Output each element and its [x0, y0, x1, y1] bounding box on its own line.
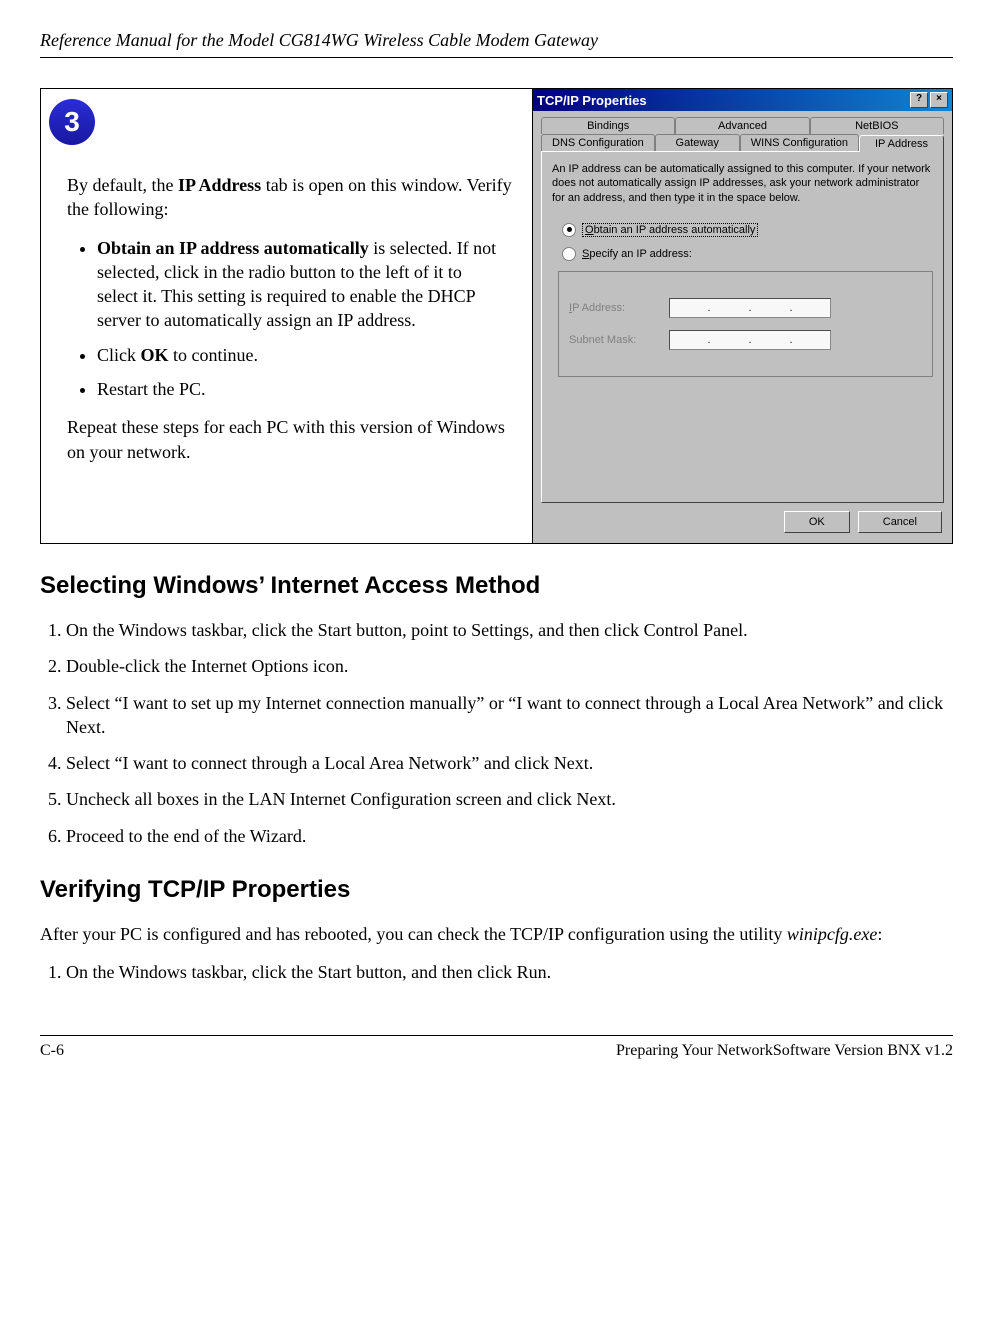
tab-netbios[interactable]: NetBIOS	[810, 117, 944, 134]
step-figure-row: 3 By default, the IP Address tab is open…	[40, 88, 953, 544]
ip-address-label: IP Address:	[569, 302, 659, 314]
section1-heading: Selecting Windows’ Internet Access Metho…	[40, 572, 953, 600]
tab-area: Bindings Advanced NetBIOS DNS Configurat…	[533, 111, 952, 503]
ok-button[interactable]: OK	[784, 511, 850, 533]
intro-bold: IP Address	[178, 175, 261, 195]
radio-specify-icon	[562, 247, 576, 261]
subnet-mask-label: Subnet Mask:	[569, 334, 659, 346]
tcpip-dialog: TCP/IP Properties ? × Bindings Advanced …	[532, 89, 952, 543]
ip-groupbox: IP Address: . . . Subnet Mask: . .	[558, 271, 933, 377]
close-button[interactable]: ×	[930, 92, 948, 108]
radio-obtain-row[interactable]: Obtain an IP address automatically	[562, 223, 933, 237]
tab-wins[interactable]: WINS Configuration	[740, 134, 859, 151]
tab-ip-address[interactable]: IP Address	[859, 135, 944, 152]
section2-list: On the Windows taskbar, click the Start …	[40, 960, 953, 984]
tab-panel-ip: An IP address can be automatically assig…	[541, 151, 944, 503]
bullet1-bold: Obtain an IP address automatically	[97, 238, 369, 258]
bullet-item-3: Restart the PC.	[97, 377, 502, 401]
tab-row-front: DNS Configuration Gateway WINS Configura…	[541, 134, 944, 151]
subnet-mask-row: Subnet Mask: . . .	[569, 330, 922, 350]
bullet2-bold: OK	[141, 345, 169, 365]
footer-left: C-6	[40, 1042, 64, 1060]
subnet-mask-input[interactable]: . . .	[669, 330, 831, 350]
s1-item-4: Select “I want to connect through a Loca…	[66, 751, 953, 775]
outro-paragraph: Repeat these steps for each PC with this…	[67, 415, 520, 464]
s1-item-3: Select “I want to set up my Internet con…	[66, 691, 953, 740]
help-button[interactable]: ?	[910, 92, 928, 108]
page-footer: C-6 Preparing Your NetworkSoftware Versi…	[40, 1035, 953, 1060]
dialog-titlebar: TCP/IP Properties ? ×	[533, 89, 952, 111]
tab-row-back: Bindings Advanced NetBIOS	[541, 117, 944, 134]
radio-specify-label: Specify an IP address:	[582, 248, 692, 260]
intro-text-a: By default, the	[67, 175, 178, 195]
s2-item-1: On the Windows taskbar, click the Start …	[66, 960, 953, 984]
s1-item-5: Uncheck all boxes in the LAN Internet Co…	[66, 787, 953, 811]
s2-para-b: :	[877, 924, 882, 944]
section1-list: On the Windows taskbar, click the Start …	[40, 618, 953, 848]
section2-paragraph: After your PC is configured and has rebo…	[40, 922, 953, 946]
tab-advanced[interactable]: Advanced	[675, 117, 809, 134]
radio-specify-row[interactable]: Specify an IP address:	[562, 247, 933, 261]
s2-para-a: After your PC is configured and has rebo…	[40, 924, 787, 944]
radio-obtain-label: Obtain an IP address automatically	[582, 223, 758, 237]
tab-bindings[interactable]: Bindings	[541, 117, 675, 134]
section2-heading: Verifying TCP/IP Properties	[40, 876, 953, 904]
ip-address-input[interactable]: . . .	[669, 298, 831, 318]
s1-item-2: Double-click the Internet Options icon.	[66, 654, 953, 678]
step-text-column: 3 By default, the IP Address tab is open…	[41, 89, 532, 543]
panel-description: An IP address can be automatically assig…	[552, 162, 933, 205]
s1-item-1: On the Windows taskbar, click the Start …	[66, 618, 953, 642]
bullet-item-1: Obtain an IP address automatically is se…	[97, 236, 502, 333]
bullet2-b: to continue.	[169, 345, 258, 365]
cancel-button[interactable]: Cancel	[858, 511, 942, 533]
dialog-title: TCP/IP Properties	[537, 93, 647, 108]
tab-gateway[interactable]: Gateway	[655, 134, 740, 151]
s2-para-italic: winipcfg.exe	[787, 924, 877, 944]
bullet-list: Obtain an IP address automatically is se…	[97, 236, 502, 402]
s1-item-6: Proceed to the end of the Wizard.	[66, 824, 953, 848]
tab-dns[interactable]: DNS Configuration	[541, 134, 655, 151]
step-number-badge: 3	[49, 99, 95, 145]
bullet2-a: Click	[97, 345, 141, 365]
intro-paragraph: By default, the IP Address tab is open o…	[67, 173, 520, 222]
dialog-button-row: OK Cancel	[533, 503, 952, 543]
page-header: Reference Manual for the Model CG814WG W…	[40, 30, 953, 58]
ip-address-row: IP Address: . . .	[569, 298, 922, 318]
footer-right: Preparing Your NetworkSoftware Version B…	[616, 1042, 953, 1060]
bullet-item-2: Click OK to continue.	[97, 343, 502, 367]
radio-obtain-icon	[562, 223, 576, 237]
